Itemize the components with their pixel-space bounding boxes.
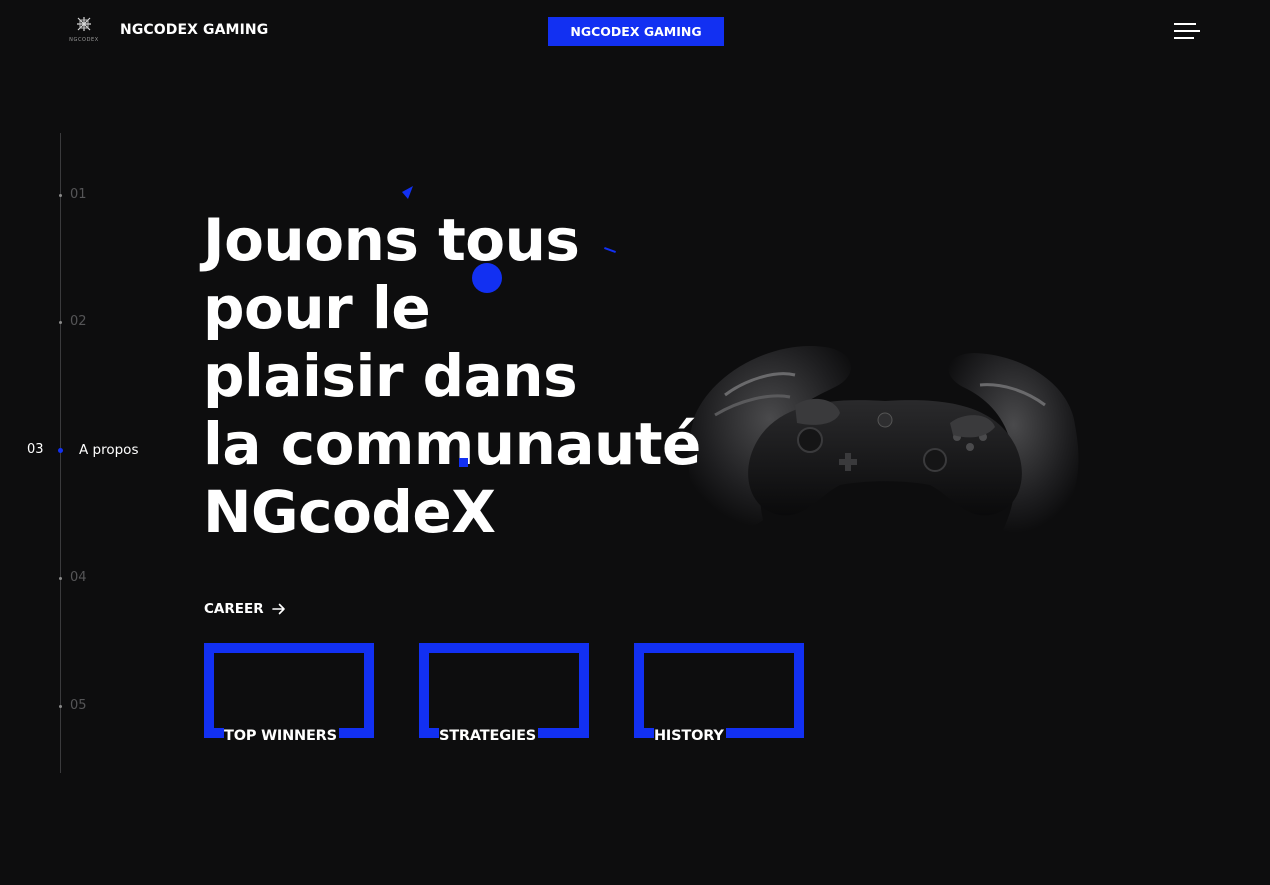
card-frame (419, 643, 589, 738)
logo-wordmark: NGCODEX (69, 37, 99, 43)
side-nav-label-a-propos[interactable]: A propos (79, 442, 138, 458)
card-top-winners[interactable]: TOP WINNERS (204, 643, 374, 745)
side-nav-track (60, 133, 61, 773)
side-nav-item-05[interactable]: 05 (70, 698, 87, 713)
card-label: HISTORY (654, 728, 726, 745)
side-nav-dot (59, 705, 62, 708)
side-nav-item-04[interactable]: 04 (70, 570, 87, 585)
card-strategies[interactable]: STRATEGIES (419, 643, 589, 745)
side-nav-item-03[interactable]: 03 (27, 442, 44, 457)
side-nav-dot (59, 577, 62, 580)
arrow-right-icon (271, 603, 285, 615)
hamburger-menu-icon[interactable] (1174, 21, 1200, 41)
card-frame (634, 643, 804, 738)
hero-headline-line: NGcodeX (203, 478, 496, 546)
center-brand-button[interactable]: NGCODEX GAMING (548, 17, 724, 46)
hero-headline-line: pour le (203, 274, 431, 342)
logo-mark-icon (77, 17, 91, 31)
side-nav-dot (59, 321, 62, 324)
page: NGCODEX NGCODEX GAMING NGCODEX GAMING 01… (0, 0, 1270, 885)
deco-blue-square (459, 458, 468, 467)
hero-headline-line: Jouons tous (203, 206, 580, 274)
side-nav-item-01[interactable]: 01 (70, 187, 87, 202)
hero-headline-line: la communauté (203, 410, 701, 478)
card-label: TOP WINNERS (224, 728, 339, 745)
career-link[interactable]: CAREER (204, 601, 286, 617)
career-label: CAREER (204, 601, 264, 617)
hero-headline-line: plaisir dans (203, 342, 578, 410)
side-nav-dot (59, 194, 62, 197)
card-label: STRATEGIES (439, 728, 539, 745)
deco-triangle-shape (402, 186, 413, 199)
card-history[interactable]: HISTORY (634, 643, 804, 745)
hero-headline: Jouons tous pour le plaisir dans la comm… (203, 206, 701, 546)
controller-hands-image (688, 345, 1079, 534)
card-frame (204, 643, 374, 738)
side-nav-item-02[interactable]: 02 (70, 314, 87, 329)
brand-title[interactable]: NGCODEX GAMING (120, 22, 268, 38)
deco-blue-dot (472, 263, 502, 293)
side-nav-active-dot (58, 448, 63, 453)
logo[interactable]: NGCODEX (66, 15, 102, 47)
